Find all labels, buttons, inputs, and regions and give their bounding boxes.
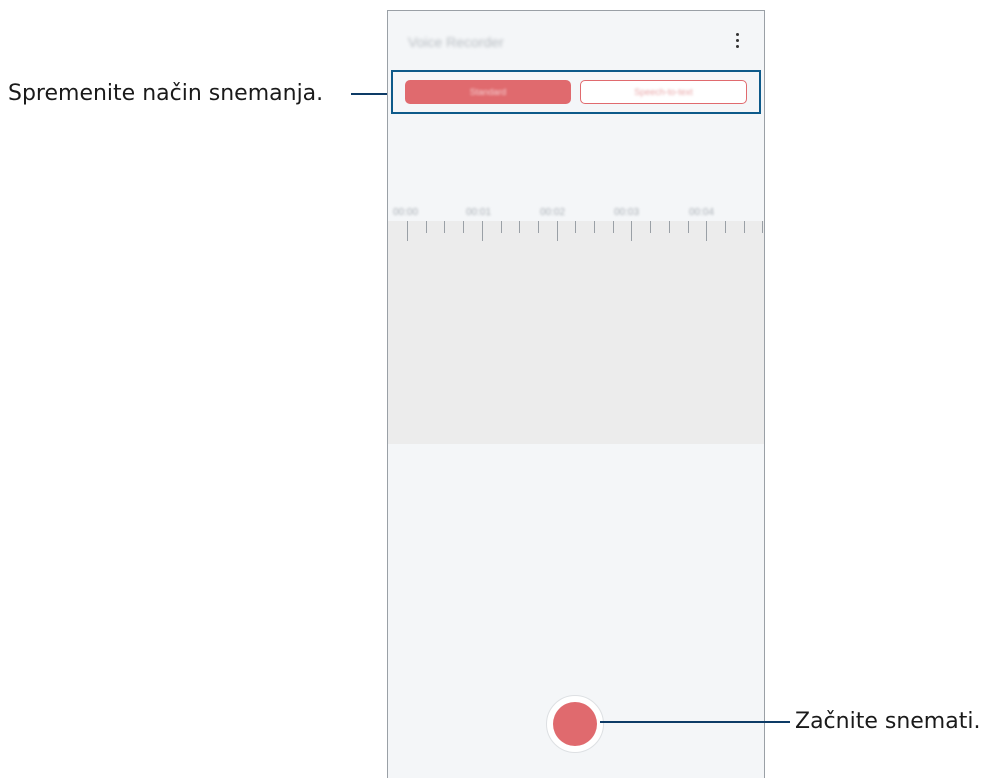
ruler-tick (613, 221, 614, 233)
speech-to-text-mode-button[interactable]: Speech-to-text (580, 80, 747, 104)
ruler-tick (725, 221, 726, 233)
ruler-tick (575, 221, 576, 233)
timeline-label: 00:03 (614, 207, 640, 218)
ruler-tick (501, 221, 502, 233)
timeline-label: 00:00 (393, 207, 419, 218)
standard-mode-label: Standard (469, 87, 507, 97)
timeline-label: 00:04 (689, 207, 715, 218)
standard-mode-button[interactable]: Standard (405, 80, 571, 104)
ruler-tick (706, 221, 707, 241)
ruler-tick (744, 221, 745, 233)
ruler-tick (519, 221, 520, 233)
app-title: Voice Recorder (408, 34, 504, 50)
ruler-tick (650, 221, 651, 233)
ruler-tick (538, 221, 539, 233)
record-button[interactable] (546, 695, 604, 753)
timeline-label: 00:02 (540, 207, 566, 218)
ruler-tick (426, 221, 427, 233)
ruler-tick (482, 221, 483, 241)
ruler-tick (407, 221, 408, 241)
ruler-tick (444, 221, 445, 233)
ruler-tick (594, 221, 595, 233)
ruler-tick (557, 221, 558, 241)
more-options-icon[interactable] (734, 33, 740, 49)
timeline-ruler (388, 221, 764, 243)
callout-record-line (600, 721, 790, 723)
ruler-tick (463, 221, 464, 233)
callout-mode-line (351, 93, 391, 95)
speech-to-text-mode-label: Speech-to-text (634, 87, 693, 97)
waveform-area (388, 221, 764, 444)
callout-record-text: Začnite snemati. (795, 709, 981, 734)
record-icon (553, 702, 597, 746)
ruler-tick (631, 221, 632, 241)
ruler-tick (688, 221, 689, 233)
ruler-tick (669, 221, 670, 233)
callout-mode-text: Spremenite način snemanja. (8, 81, 324, 106)
timeline-label: 00:01 (466, 207, 492, 218)
ruler-tick (762, 221, 763, 233)
